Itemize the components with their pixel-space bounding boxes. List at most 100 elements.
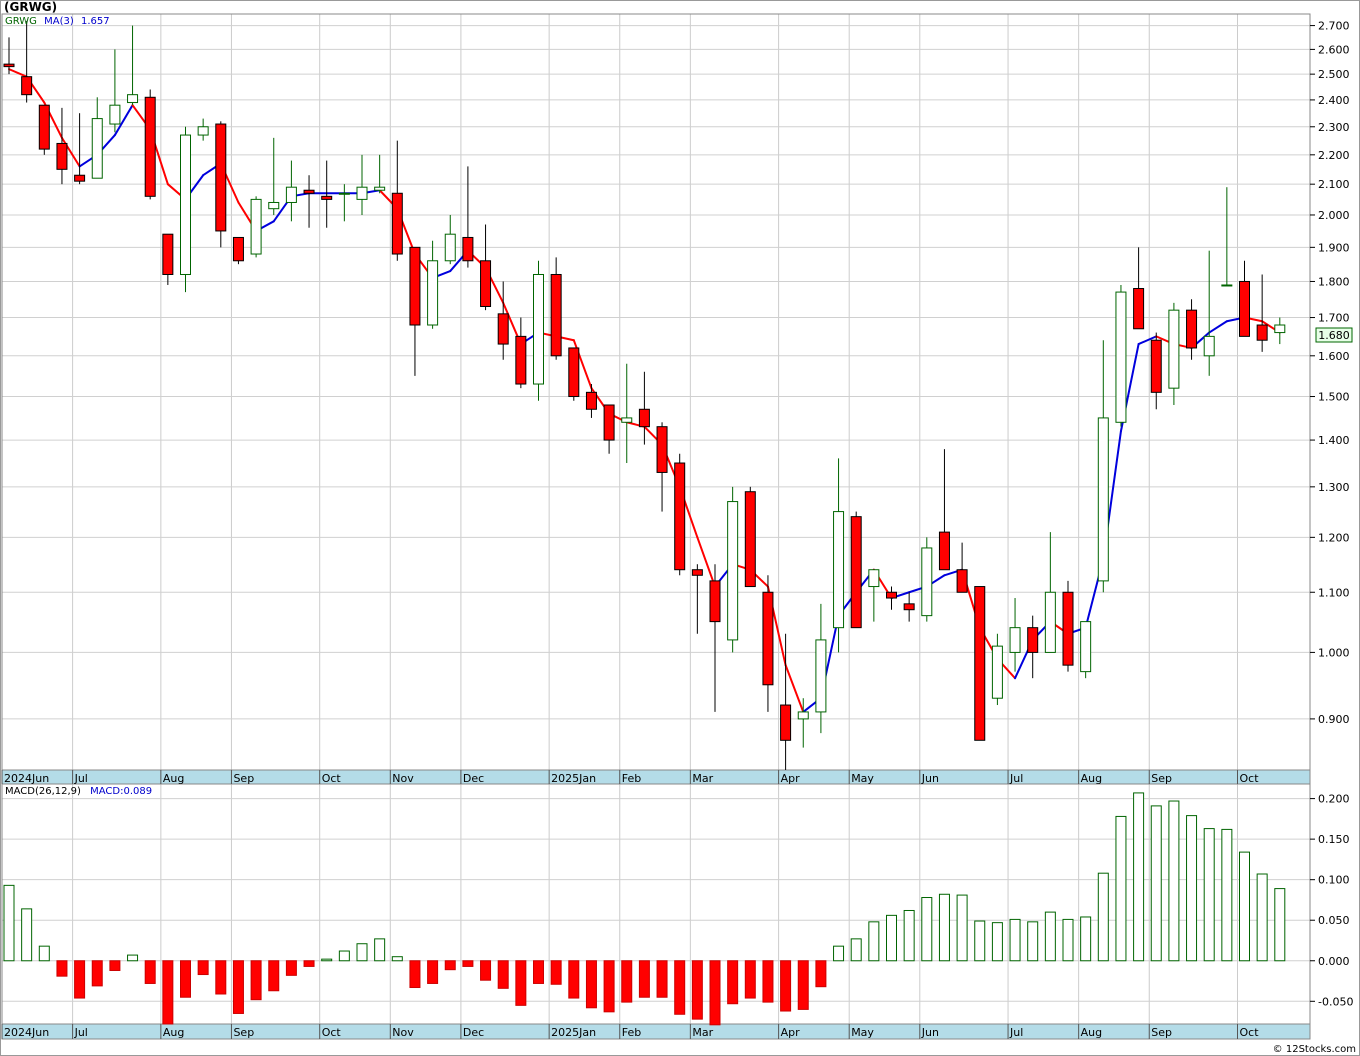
candle-body (1027, 627, 1039, 653)
candle-body (303, 189, 315, 194)
macd-bar (780, 960, 792, 1012)
candle-body (868, 569, 880, 588)
candle-body (585, 391, 597, 410)
macd-bar (1150, 805, 1162, 962)
candle-body (1044, 591, 1056, 653)
macd-tick-label: 0.050 (1318, 914, 1350, 927)
macd-bar (268, 960, 280, 992)
macd-bar (1009, 918, 1021, 962)
date-label: Oct (1240, 772, 1260, 785)
candle-body (656, 426, 668, 473)
candle-body (109, 104, 121, 125)
price-tick-label: 0.900 (1318, 713, 1350, 726)
macd-bar (462, 960, 474, 967)
candle-body (903, 603, 915, 611)
macd-bar (815, 960, 827, 988)
candle-body (727, 501, 739, 641)
candle-body (3, 63, 15, 68)
macd-bar (903, 909, 915, 962)
candle-body (638, 408, 650, 428)
macd-bar (603, 960, 615, 1013)
date-label: Aug (163, 772, 184, 785)
date-label: Nov (392, 1026, 414, 1039)
price-tick-label: 1.900 (1318, 241, 1350, 254)
macd-bar (374, 938, 386, 962)
macd-bar (833, 945, 845, 962)
price-tick-label: 1.800 (1318, 275, 1350, 288)
candles (3, 20, 1286, 770)
date-label: May (851, 772, 874, 785)
copyright: © 12Stocks.com (1272, 1044, 1356, 1055)
candle-body (91, 118, 103, 179)
candle-body (74, 174, 86, 182)
macd-bar (356, 943, 368, 962)
date-label: Feb (622, 772, 641, 785)
macd-bar (285, 960, 297, 976)
macd-bar (585, 960, 597, 1009)
candle-body (21, 76, 33, 96)
candle-body (1115, 291, 1127, 423)
price-tick-label: 1.100 (1318, 586, 1350, 599)
macd-bar (232, 960, 244, 1014)
legend-macd-value: MACD:0.089 (90, 786, 153, 797)
candle-body (197, 126, 209, 136)
candle-body (1150, 339, 1162, 393)
macd-bar (180, 960, 191, 998)
date-label: Dec (463, 772, 484, 785)
macd-bar (480, 960, 492, 981)
candle-body (409, 246, 421, 326)
macd-bar (1133, 792, 1145, 962)
macd-bar (321, 958, 333, 962)
candle-body (1009, 627, 1021, 653)
date-band-bottom (1, 1023, 1311, 1040)
candle-body (550, 273, 562, 357)
macd-bar (1027, 921, 1039, 962)
macd-bar (550, 960, 562, 985)
price-tick-label: 2.600 (1318, 43, 1350, 56)
macd-bar (727, 960, 739, 1005)
date-label: Jul (1009, 772, 1023, 785)
candle-body (374, 186, 386, 191)
macd-bar (38, 945, 50, 962)
macd-bar (74, 960, 86, 999)
macd-bar (250, 960, 262, 1001)
price-tick-label: 1.600 (1318, 350, 1350, 363)
macd-bar (162, 960, 174, 1025)
macd-bar (1256, 873, 1268, 962)
candle-body (268, 201, 280, 210)
macd-bar (656, 960, 668, 998)
macd-bar (974, 920, 986, 962)
macd-bar (515, 960, 527, 1006)
candle-body (956, 569, 968, 593)
legend-macd-label: MACD(26,12,9) (5, 786, 81, 797)
candle-body (762, 591, 774, 686)
date-label: Jul (74, 1026, 88, 1039)
candle-body (691, 569, 703, 576)
date-label: Feb (622, 1026, 641, 1039)
last-price-value: 1.680 (1318, 329, 1350, 342)
candle-body (709, 580, 721, 623)
macd-bar (744, 960, 756, 999)
macd-bar (797, 960, 809, 1010)
date-label: Aug (163, 1026, 184, 1039)
candle-body (127, 94, 139, 104)
macd-bar (691, 960, 703, 1020)
macd-bar (1203, 828, 1215, 962)
ma3-segment (696, 536, 716, 588)
candle-body (1133, 288, 1145, 330)
macd-bar (56, 960, 68, 977)
date-label: Sep (233, 772, 254, 785)
date-label: Mar (692, 1026, 713, 1039)
candle-body (938, 531, 950, 571)
candle-body (285, 186, 297, 203)
candle-body (1080, 621, 1092, 673)
candle-body (480, 260, 492, 307)
candle-body (921, 547, 933, 617)
candle-body (621, 417, 633, 423)
macd-bar (938, 893, 950, 962)
candle-body (391, 192, 403, 255)
candle-body (568, 347, 580, 398)
date-label: Jul (1009, 1026, 1023, 1039)
candle-body (850, 516, 862, 629)
candle-body (462, 236, 474, 262)
